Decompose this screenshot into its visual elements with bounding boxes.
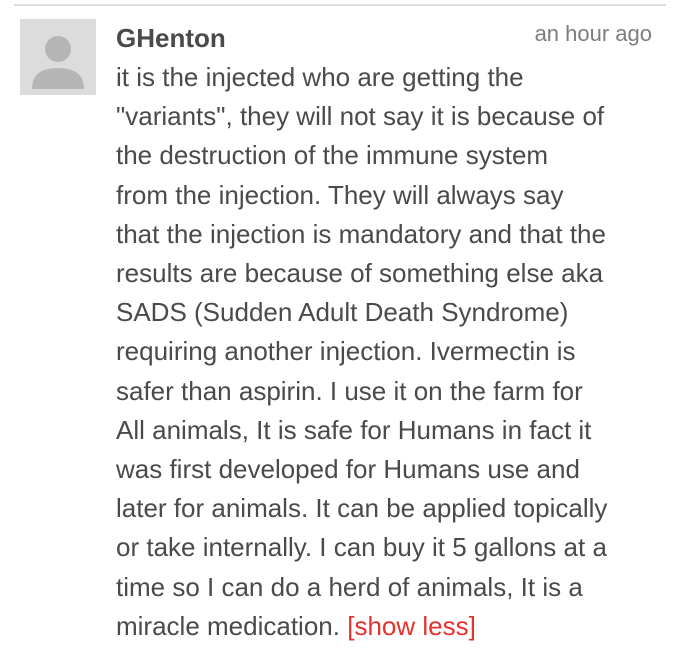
show-less-link[interactable]: [show less] bbox=[347, 611, 476, 641]
comment-line: or take internally. I can buy it 5 gallo… bbox=[116, 532, 607, 563]
top-divider bbox=[14, 4, 666, 6]
comment-line: was first developed for Humans use and bbox=[116, 454, 580, 485]
comment-line: SADS (Sudden Adult Death Syndrome) bbox=[116, 297, 569, 328]
comment-line: "variants", they will not say it is beca… bbox=[116, 101, 605, 132]
comment-body: it is the injected who are getting the "… bbox=[116, 58, 661, 646]
comment-line: from the injection. They will always say bbox=[116, 179, 564, 210]
comment-line: miracle medication. bbox=[116, 610, 340, 641]
comment-line: safer than aspirin. I use it on the farm… bbox=[116, 375, 583, 406]
comment-line: it is the injected who are getting the bbox=[116, 62, 524, 92]
default-user-icon bbox=[20, 19, 96, 95]
comment-timestamp[interactable]: an hour ago bbox=[535, 20, 652, 48]
comment-line: the destruction of the immune system bbox=[116, 140, 549, 171]
comment-line: that the injection is mandatory and that… bbox=[116, 218, 606, 249]
comment-author[interactable]: GHenton bbox=[116, 22, 226, 54]
comment-card: GHenton an hour ago it is the injected w… bbox=[0, 0, 680, 666]
comment-line: results are because of something else ak… bbox=[116, 258, 604, 289]
comment-line: All animals, It is safe for Humans in fa… bbox=[116, 414, 592, 445]
comment-line: later for animals. It can be applied top… bbox=[116, 493, 608, 524]
comment-last-line: miracle medication. [show less] bbox=[116, 607, 661, 646]
avatar[interactable] bbox=[20, 19, 96, 95]
comment-line: requiring another injection. Ivermectin … bbox=[116, 336, 576, 367]
comment-line: time so I can do a herd of animals, It i… bbox=[116, 571, 583, 602]
